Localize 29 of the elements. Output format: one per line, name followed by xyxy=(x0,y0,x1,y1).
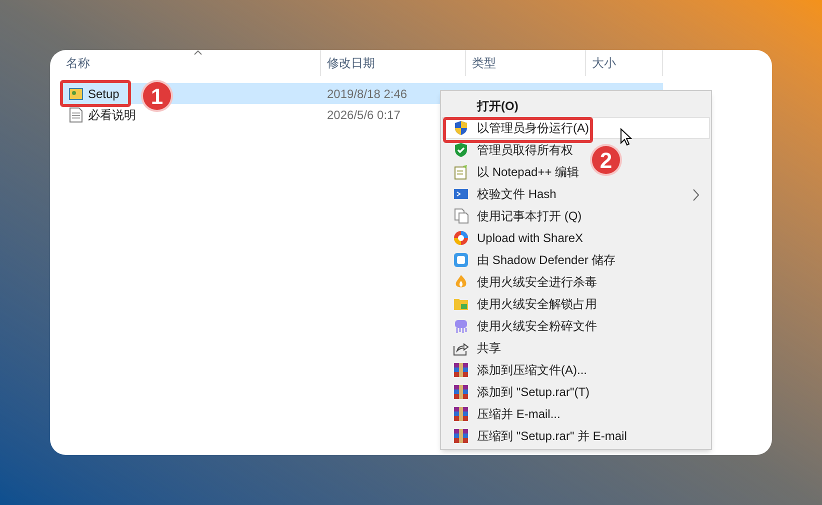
notepad-icon xyxy=(453,164,469,180)
square-logo-icon xyxy=(453,252,469,268)
circular-logo-icon xyxy=(453,230,469,246)
share-icon xyxy=(453,340,469,356)
installer-icon xyxy=(68,86,84,102)
column-header[interactable]: 大小 xyxy=(592,54,616,72)
mouse-cursor-icon xyxy=(620,128,632,146)
terminal-icon xyxy=(453,186,469,202)
modified-date: 2026/5/6 0:17 xyxy=(326,106,400,124)
shield-icon xyxy=(453,120,469,136)
column-header[interactable]: 类型 xyxy=(472,54,496,72)
file-name: Setup xyxy=(88,86,120,102)
column-header[interactable]: 修改日期 xyxy=(327,54,375,72)
sort-caret-icon xyxy=(194,50,202,55)
folder-icon xyxy=(453,296,469,312)
flame-icon xyxy=(453,274,469,290)
text-file-icon xyxy=(68,106,84,122)
highlight-frame xyxy=(60,80,131,107)
modified-date: 2019/8/18 2:46 xyxy=(326,86,408,102)
documents-icon xyxy=(453,208,469,224)
menu-item[interactable]: 以管理员身份运行(A) xyxy=(442,117,710,139)
archive-icon xyxy=(453,384,469,400)
file-name: 必看说明 xyxy=(88,106,136,124)
archive-icon xyxy=(453,406,469,422)
archive-icon xyxy=(453,362,469,378)
archive-icon xyxy=(453,428,469,444)
shield-check-icon xyxy=(453,142,469,158)
column-header[interactable]: 名称 xyxy=(66,54,90,72)
shredder-icon xyxy=(453,318,469,334)
